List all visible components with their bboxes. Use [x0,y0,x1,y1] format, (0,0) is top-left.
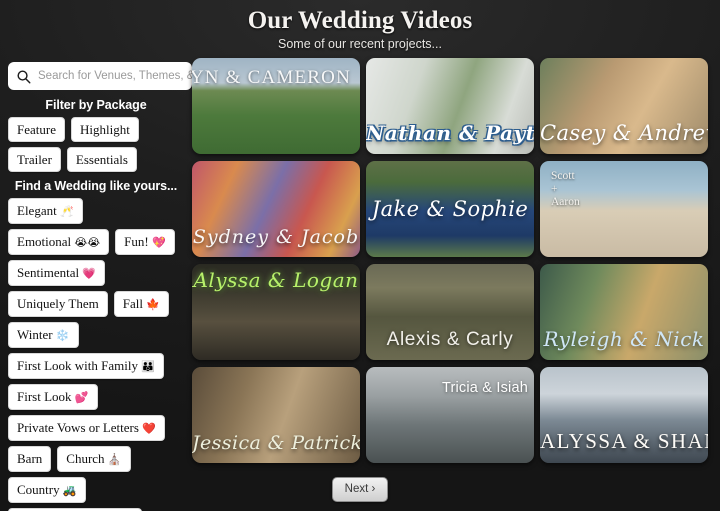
video-thumbnail [366,58,534,154]
video-thumbnail [540,161,708,257]
video-thumbnail [366,367,534,463]
tag-emoji: 💕 [74,391,89,404]
tag-label: Barn [17,451,43,466]
tag-label: Essentials [75,152,128,167]
video-card[interactable]: Ryleigh & Nick [540,264,708,360]
tag-label: Winter [17,327,53,342]
tag-label: Feature [17,122,56,137]
wedding-filter-group: Elegant 🥂 Emotional 😭😭 Fun! 💖 Sentimental 💗… [8,198,184,511]
video-thumbnail [192,264,360,360]
wedding-tag-8[interactable]: First Look 💕 [8,384,98,410]
tag-emoji: ❤️ [142,422,156,435]
pagination: Next › [0,477,720,502]
video-thumbnail [540,58,708,154]
tag-emoji: ⛪ [107,453,122,466]
tag-emoji: 💖 [151,236,166,249]
tag-emoji: 🍁 [146,298,160,311]
tag-label: Private Vows or Letters [17,420,139,435]
tag-label: First Look with Family [17,358,138,373]
video-card[interactable]: Sydney & Jacob [192,161,360,257]
package-tag-0[interactable]: Feature [8,117,65,142]
package-tag-2[interactable]: Trailer [8,147,61,172]
video-thumbnail [366,264,534,360]
video-card[interactable]: Alyssa & Logan [192,264,360,360]
video-card[interactable]: Casey & Andrew [540,58,708,154]
video-thumbnail [192,161,360,257]
tag-label: Church [66,451,105,466]
video-grid: MADALYN & CAMERONNathan & PaytonCasey & … [192,58,716,463]
wedding-tag-9[interactable]: Private Vows or Letters ❤️ [8,415,165,441]
video-card[interactable]: Nathan & Payton [366,58,534,154]
video-card[interactable]: Jake & Sophie [366,161,534,257]
page-subtitle: Some of our recent projects... [278,37,442,51]
video-card[interactable]: ALYSSA & SHANE [540,367,708,463]
next-page-button[interactable]: Next › [331,477,389,502]
tag-label: Uniquely Them [17,296,99,311]
tag-emoji: 👪 [141,360,155,373]
package-tag-3[interactable]: Essentials [66,147,137,172]
package-filter-group: Feature Highlight Trailer Essentials [8,117,184,172]
tag-label: Fun! [124,234,149,249]
package-tag-1[interactable]: Highlight [70,117,139,142]
tag-emoji: 😭😭 [74,236,101,249]
video-card[interactable]: MADALYN & CAMERON [192,58,360,154]
video-thumbnail [540,264,708,360]
search-input[interactable] [38,70,192,82]
tag-label: Highlight [79,122,130,137]
wedding-filter-title: Find a Wedding like yours... [14,179,178,193]
wedding-tag-1[interactable]: Emotional 😭😭 [8,229,110,255]
video-card[interactable]: Scott + Aaron [540,161,708,257]
tag-label: First Look [17,389,72,404]
tag-emoji: 💗 [82,267,97,280]
gallery-page: Our Wedding Videos Some of our recent pr… [0,0,720,511]
wedding-tag-7[interactable]: First Look with Family 👪 [8,353,164,379]
tag-label: Sentimental [17,265,80,280]
tag-emoji: 🥂 [59,205,74,218]
wedding-tag-2[interactable]: Fun! 💖 [115,229,175,255]
tag-label: Elegant [17,203,57,218]
page-header: Our Wedding Videos Some of our recent pr… [0,0,720,52]
video-thumbnail [192,367,360,463]
page-title: Our Wedding Videos [247,7,473,34]
video-thumbnail [192,58,360,154]
video-card[interactable]: Jessica & Patrick [192,367,360,463]
filter-sidebar: Filter by Package Feature Highlight Traile… [0,52,192,511]
package-filter-title: Filter by Package [45,98,147,112]
tag-label: Trailer [17,152,52,167]
video-card[interactable]: Tricia & Isiah [366,367,534,463]
wedding-tag-4[interactable]: Uniquely Them [8,291,108,317]
tag-label: Fall [122,296,143,311]
wedding-tag-3[interactable]: Sentimental 💗 [8,260,106,286]
wedding-tag-6[interactable]: Winter ❄️ [8,322,79,348]
wedding-tag-10[interactable]: Barn [8,446,52,472]
search-icon [16,69,31,84]
tag-label: Emotional [17,234,72,249]
video-card[interactable]: Alexis & Carly [366,264,534,360]
wedding-tag-11[interactable]: Church ⛪ [57,446,131,472]
tag-emoji: ❄️ [55,329,70,342]
search-bar[interactable] [8,62,192,90]
wedding-tag-0[interactable]: Elegant 🥂 [8,198,83,224]
video-thumbnail [540,367,708,463]
video-thumbnail [366,161,534,257]
wedding-tag-5[interactable]: Fall 🍁 [113,291,169,317]
